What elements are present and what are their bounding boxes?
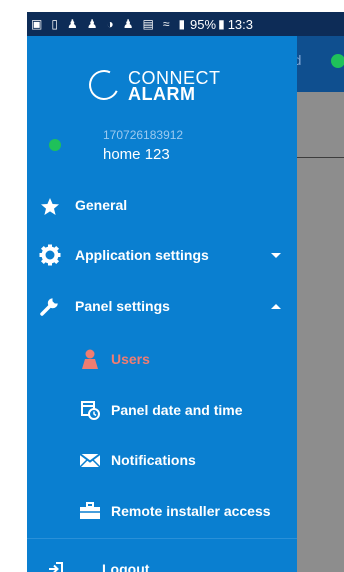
person-icon: ♟ [86,17,98,31]
account-name: home 123 [103,146,170,163]
clock: 13:3 [227,16,253,32]
menu-item-panel-date-time[interactable]: Panel date and time [27,386,297,434]
account-id: 170726183912 [103,128,184,142]
star-icon [39,196,61,218]
notification-icon: ▯ [51,17,58,31]
menu-divider [27,538,297,539]
menu-label: Panel date and time [111,402,243,418]
menu-label: Notifications [111,452,196,468]
menu-item-users[interactable]: Users [27,335,297,383]
menu-label: Remote installer access [111,503,271,519]
menu-item-application-settings[interactable]: Application settings [27,231,297,279]
person-icon: ♟ [122,17,134,31]
menu-label: General [75,197,128,213]
chevron-down-icon [271,252,281,258]
image-icon: ▤ [142,17,154,31]
person-icon: ♟ [66,17,78,31]
menu-item-notifications[interactable]: Notifications [27,436,297,484]
battery-percent: 95% [190,16,217,32]
toolbox-icon [79,500,101,522]
logout-icon [45,558,67,572]
shield-icon: ◑ [106,17,114,31]
wrench-icon [39,295,61,317]
menu-label: Application settings [75,247,209,263]
wifi-icon: ≈ [162,17,170,31]
signal-icon: ▮ [178,17,186,31]
chevron-up-icon [271,303,281,309]
user-icon [79,348,101,370]
menu-item-logout[interactable]: Logout [27,551,297,572]
menu-label: Logout [102,561,150,572]
menu-item-general[interactable]: General [27,186,297,230]
status-bar: ▣ ▯ ♟ ♟ ◑ ♟ ▤ ≈ ▮ 95% ▮ 13:3 [27,12,344,36]
message-icon: ▣ [31,17,43,31]
navigation-drawer: CONNECT ALARM 170726183912 home 123 Gene… [27,36,297,572]
envelope-icon [79,449,101,471]
menu-item-panel-settings[interactable]: Panel settings [27,282,297,330]
logo-ring-icon [84,65,124,105]
screen-frame: ▣ ▯ ♟ ♟ ◑ ♟ ▤ ≈ ▮ 95% ▮ 13:3 cted CONNEC… [0,0,344,572]
phone-screen: ▣ ▯ ♟ ♟ ◑ ♟ ▤ ≈ ▮ 95% ▮ 13:3 cted CONNEC… [27,12,344,572]
logo-alarm: ALARM [128,84,196,104]
menu-label: Panel settings [75,298,170,314]
online-status-dot [49,139,61,151]
battery-icon: ▮ [218,17,225,31]
connection-dot [331,54,344,68]
menu-label: Users [111,351,150,367]
calendar-clock-icon [79,399,101,421]
gear-icon [39,244,61,266]
menu-item-remote-installer-access[interactable]: Remote installer access [27,487,297,535]
